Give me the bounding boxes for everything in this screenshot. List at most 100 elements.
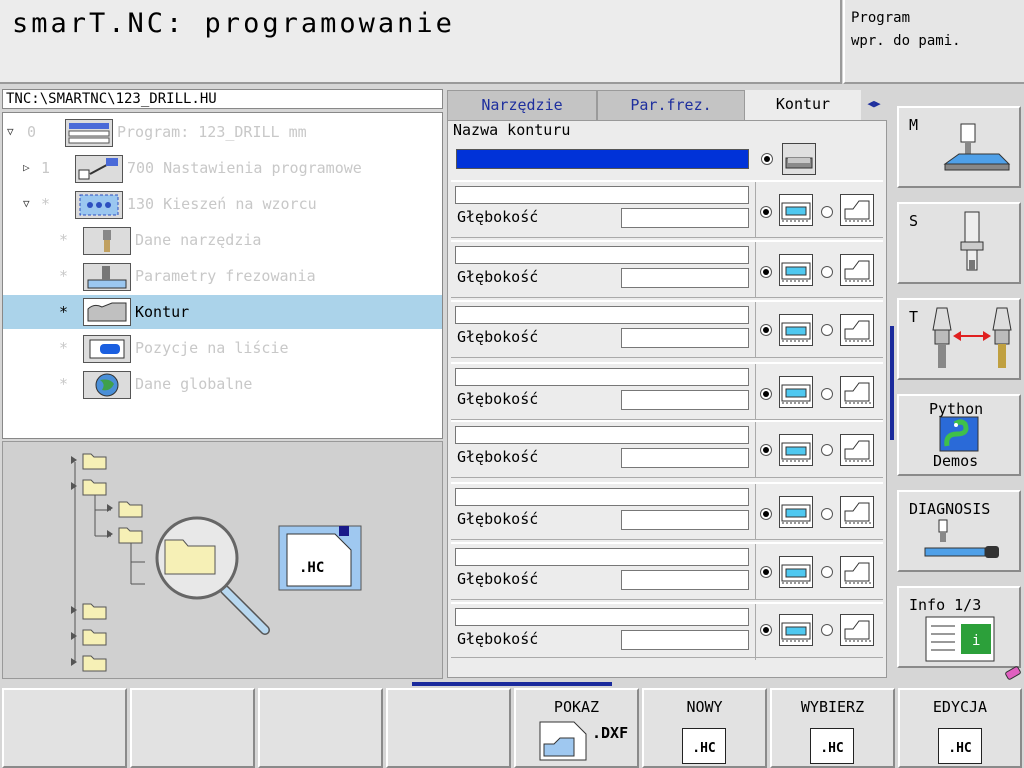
tree-item-positions[interactable]: * Pozycje na liście [3, 333, 442, 365]
file-path: TNC:\SMARTNC\123_DRILL.HU [2, 89, 443, 109]
softkey-empty-1[interactable] [2, 688, 127, 768]
island-icon[interactable] [840, 194, 874, 226]
island-icon[interactable] [840, 614, 874, 646]
pocket-icon[interactable] [779, 434, 813, 466]
machine-table-icon [943, 123, 1011, 171]
pocket-radio[interactable] [760, 624, 772, 636]
depth-row: Głębokość [451, 482, 883, 540]
pocket-icon[interactable] [779, 614, 813, 646]
softkey-empty-2[interactable] [130, 688, 255, 768]
pocket-radio[interactable] [760, 444, 772, 456]
tree-item-130[interactable]: ▽ * 130 Kieszeń na wzorcu [3, 189, 442, 221]
pocket-radio[interactable] [760, 508, 772, 520]
select-hc-button[interactable]: WYBIERZ .HC [770, 688, 895, 768]
tree-item-label: 130 Kieszeń na wzorcu [127, 195, 317, 213]
depth-input[interactable] [621, 570, 749, 590]
program-mode-box[interactable]: Program wpr. do pami. [843, 0, 1024, 84]
island-radio[interactable] [821, 324, 833, 336]
island-icon[interactable] [840, 556, 874, 588]
m-function-key[interactable]: M [897, 106, 1021, 188]
tree-item-label: 700 Nastawienia programowe [127, 159, 362, 177]
info-key[interactable]: Info 1/3 i [897, 586, 1021, 668]
tree-item-number: 0 [27, 123, 37, 141]
contour-file-icon[interactable] [782, 143, 816, 175]
pocket-radio[interactable] [760, 388, 772, 400]
tree-item-label: Dane globalne [135, 375, 253, 393]
depth-input[interactable] [621, 448, 749, 468]
island-radio[interactable] [821, 566, 833, 578]
depth-row: Głębokość [451, 240, 883, 298]
depth-label: Głębokość [457, 268, 539, 286]
globe-icon [83, 371, 131, 399]
island-radio[interactable] [821, 206, 833, 218]
depth-input[interactable] [621, 510, 749, 530]
pocket-icon[interactable] [779, 314, 813, 346]
depth-input[interactable] [621, 208, 749, 228]
key-label-secondary: Demos [933, 452, 979, 470]
depth-input[interactable] [621, 630, 749, 650]
subcontour-input[interactable] [455, 426, 749, 444]
tree-item-milling-params[interactable]: * Parametry frezowania [3, 261, 442, 293]
tab-contour[interactable]: Kontur [745, 90, 861, 120]
python-demos-key[interactable]: Python Demos [897, 394, 1021, 476]
softkey-empty-4[interactable] [386, 688, 511, 768]
tree-item-label: Program: 123_DRILL mm [117, 123, 307, 141]
subcontour-input[interactable] [455, 306, 749, 324]
tree-item-global-data[interactable]: * Dane globalne [3, 369, 442, 401]
s-function-key[interactable]: S [897, 202, 1021, 284]
island-icon[interactable] [840, 254, 874, 286]
tab-scroll-arrows-icon[interactable]: ◀▶ [862, 90, 886, 120]
collapse-arrow-icon[interactable]: ▽ [23, 197, 30, 210]
key-label: DIAGNOSIS [909, 500, 991, 518]
tree-item-contour[interactable]: * Kontur [3, 295, 442, 329]
eraser-icon[interactable] [1004, 664, 1022, 682]
subcontour-input[interactable] [455, 246, 749, 264]
pocket-radio[interactable] [760, 566, 772, 578]
tab-tool[interactable]: Narzędzie [447, 90, 597, 120]
depth-input[interactable] [621, 390, 749, 410]
pocket-radio[interactable] [760, 206, 772, 218]
pocket-radio[interactable] [760, 266, 772, 278]
tree-item-label: Parametry frezowania [135, 267, 316, 285]
island-icon[interactable] [840, 314, 874, 346]
subcontour-input[interactable] [455, 368, 749, 386]
island-radio[interactable] [821, 508, 833, 520]
depth-input[interactable] [621, 268, 749, 288]
expand-arrow-icon[interactable]: ▷ [23, 161, 30, 174]
t-function-key[interactable]: T [897, 298, 1021, 380]
island-icon[interactable] [840, 434, 874, 466]
pocket-radio[interactable] [760, 324, 772, 336]
edit-hc-button[interactable]: EDYCJA .HC [898, 688, 1022, 768]
tab-milling-params[interactable]: Par.frez. [597, 90, 745, 120]
island-radio[interactable] [821, 624, 833, 636]
subcontour-input[interactable] [455, 608, 749, 626]
pocket-icon[interactable] [779, 194, 813, 226]
show-dxf-button[interactable]: POKAZ .DXF [514, 688, 639, 768]
subcontour-input[interactable] [455, 186, 749, 204]
collapse-arrow-icon[interactable]: ▽ [7, 125, 14, 138]
tree-item-700[interactable]: ▷ 1 700 Nastawienia programowe [3, 153, 442, 185]
pocket-icon[interactable] [779, 496, 813, 528]
diagnosis-key[interactable]: DIAGNOSIS [897, 490, 1021, 572]
island-icon[interactable] [840, 496, 874, 528]
subcontour-input[interactable] [455, 548, 749, 566]
tree-item-program[interactable]: ▽ 0 Program: 123_DRILL mm [3, 117, 442, 149]
subcontour-input[interactable] [455, 488, 749, 506]
pocket-icon[interactable] [779, 254, 813, 286]
new-hc-button[interactable]: NOWY .HC [642, 688, 767, 768]
tree-item-number: * [59, 303, 69, 321]
form-scrollbar[interactable] [890, 326, 894, 440]
softkey-empty-3[interactable] [258, 688, 383, 768]
island-icon[interactable] [840, 376, 874, 408]
pocket-icon[interactable] [779, 556, 813, 588]
depth-label: Głębokość [457, 570, 539, 588]
island-radio[interactable] [821, 266, 833, 278]
depth-input[interactable] [621, 328, 749, 348]
pocket-icon[interactable] [779, 376, 813, 408]
island-radio[interactable] [821, 388, 833, 400]
tree-item-tool-data[interactable]: * Dane narzędzia [3, 225, 442, 257]
folder-tree-illustration [71, 453, 362, 672]
island-radio[interactable] [821, 444, 833, 456]
contour-name-radio[interactable] [761, 153, 773, 165]
contour-name-input[interactable] [456, 149, 749, 169]
